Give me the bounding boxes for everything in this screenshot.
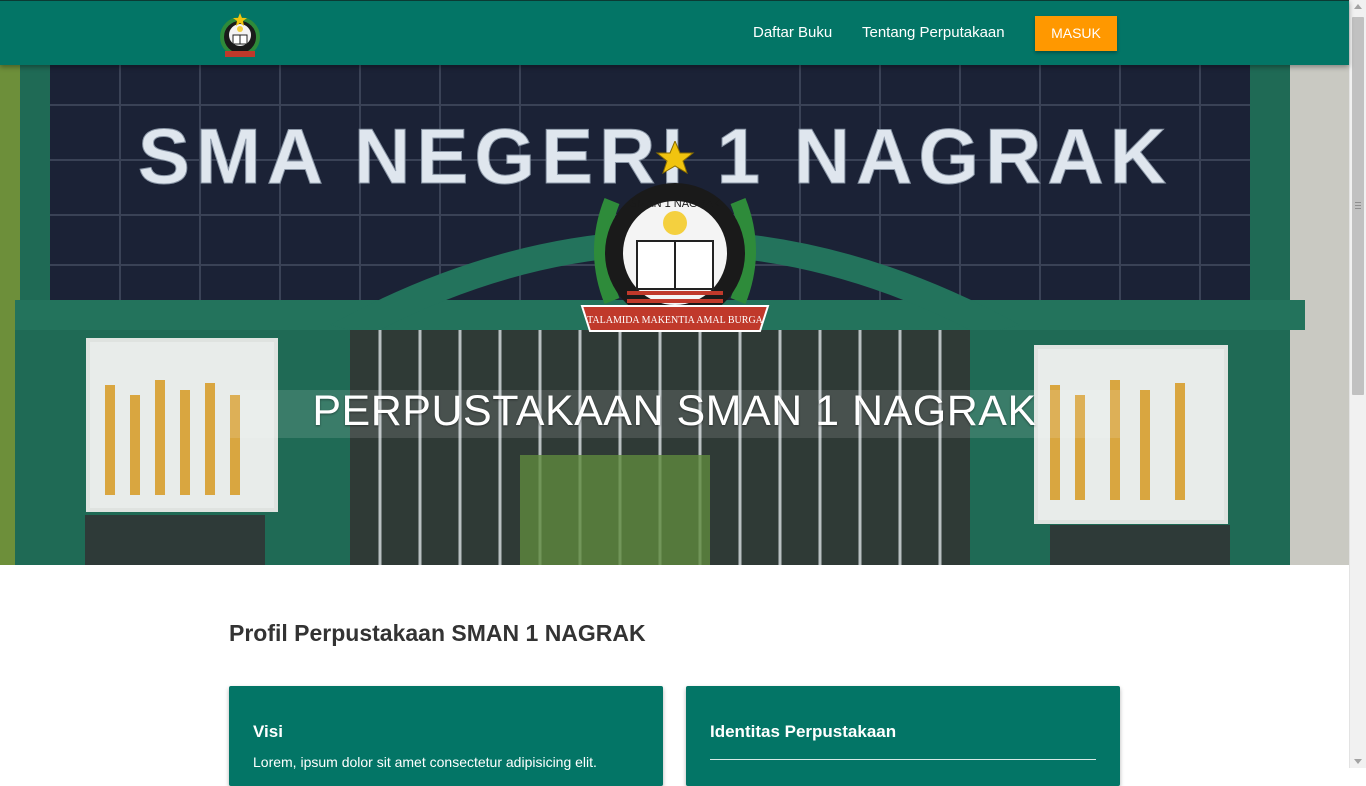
profile-heading: Profil Perpustakaan SMAN 1 NAGRAK <box>229 620 646 646</box>
emblem-ribbon-text: TALAMIDA MAKENTIA AMAL BURGA <box>587 315 764 326</box>
library-identity-card: Identitas Perpustakaan <box>686 686 1120 786</box>
login-button[interactable]: MASUK <box>1035 16 1117 51</box>
grip-line <box>1355 202 1361 203</box>
emblem-arc-text: SMAN 1 NAGRAK <box>630 198 721 210</box>
scroll-down-arrow-icon[interactable] <box>1354 759 1362 764</box>
hero-banner: SMA NEGERI 1 NAGRAK SMAN 1 NAGRAK TALAMI… <box>0 65 1349 565</box>
page-scrollbar[interactable] <box>1349 0 1366 768</box>
scroll-up-arrow-icon[interactable] <box>1354 4 1362 9</box>
school-emblem-icon[interactable] <box>216 11 264 61</box>
scrollbar-thumb[interactable] <box>1352 17 1364 395</box>
grip-line <box>1355 205 1361 206</box>
divider <box>710 759 1096 760</box>
nav-link-tentang-perpustakaan[interactable]: Tentang Perputakaan <box>862 24 1005 41</box>
vision-card: Visi Lorem, ipsum dolor sit amet consect… <box>229 686 663 786</box>
hero-title: PERPUSTAKAAN SMAN 1 NAGRAK <box>312 387 1037 435</box>
card-title: Identitas Perpustakaan <box>710 722 897 741</box>
grip-line <box>1355 208 1361 209</box>
card-title: Visi <box>253 722 283 741</box>
top-navbar: Daftar Buku Tentang Perputakaan MASUK <box>0 0 1349 65</box>
school-emblem-icon: SMAN 1 NAGRAK TALAMIDA MAKENTIA AMAL BUR… <box>580 141 770 332</box>
nav-link-daftar-buku[interactable]: Daftar Buku <box>753 24 832 41</box>
